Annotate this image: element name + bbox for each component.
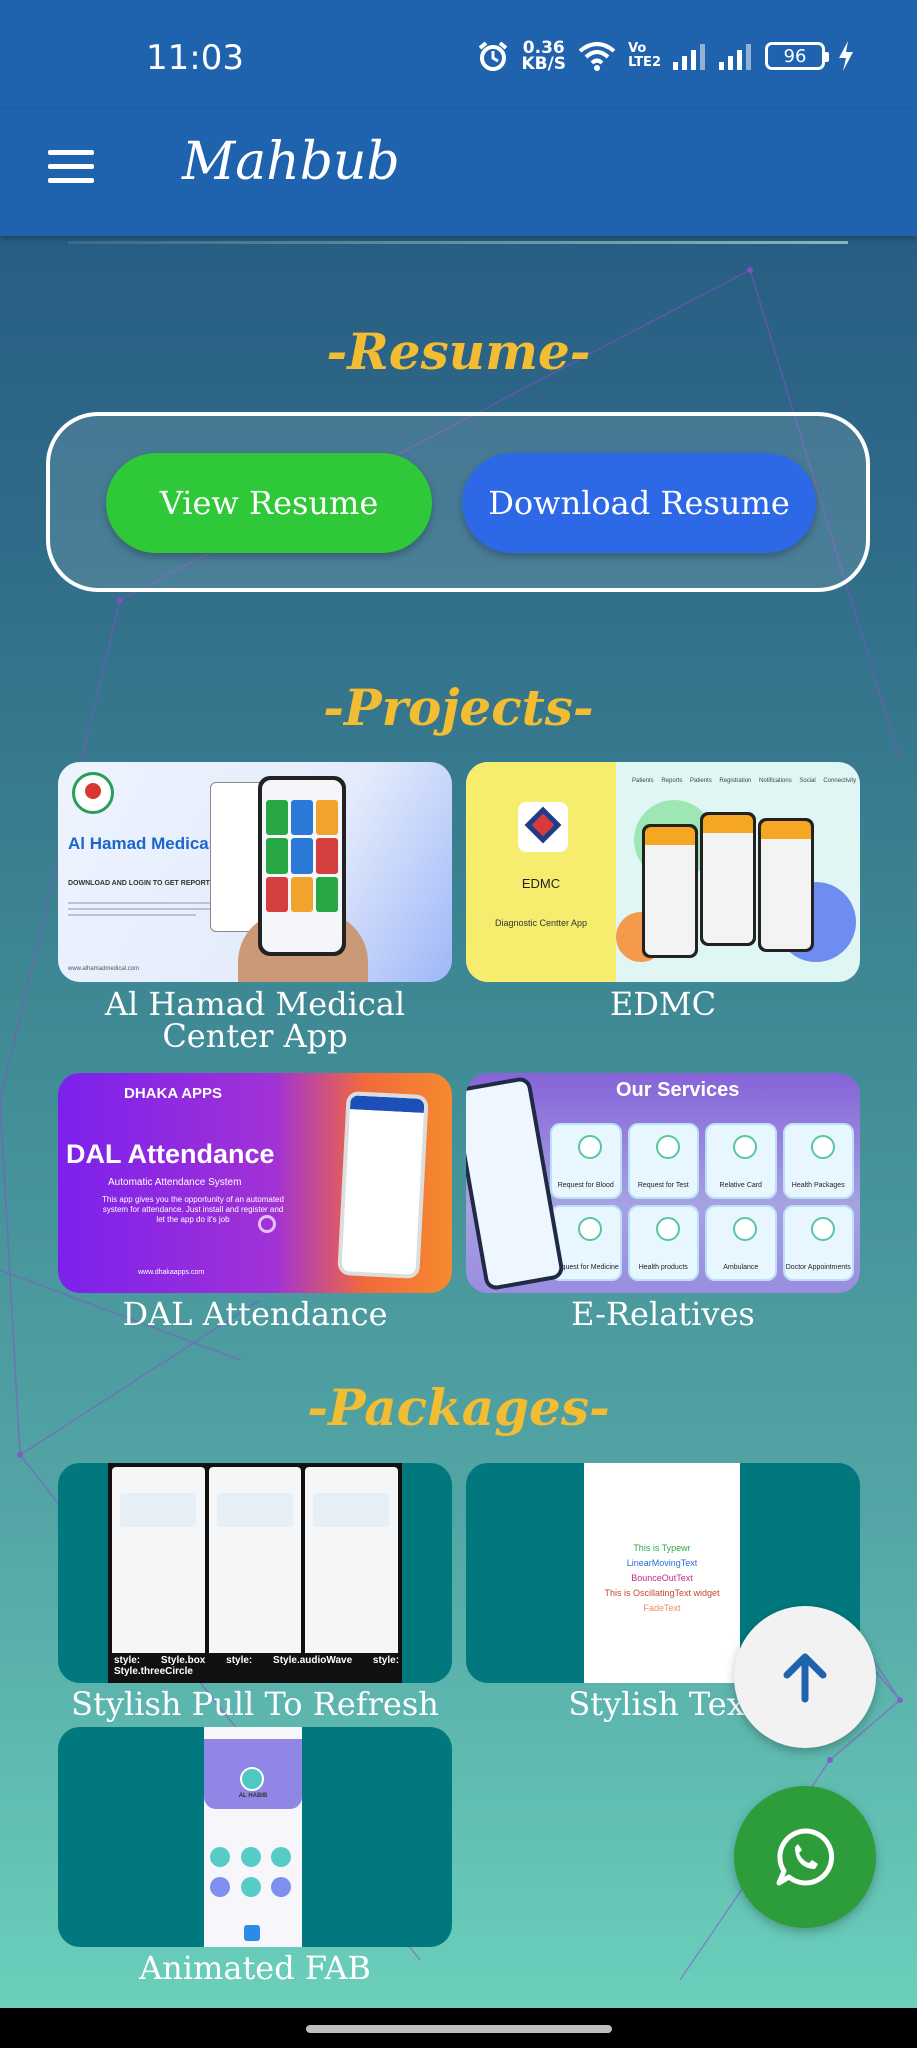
service-tile: Health Packages [782, 1123, 854, 1199]
service-tile: Request for Test [627, 1123, 699, 1199]
al-hamad-phone [258, 776, 346, 956]
service-tile: Doctor Appointments [782, 1205, 854, 1281]
dal-thumb-brand: DHAKA APPS [124, 1085, 223, 1102]
al-hamad-thumb-subtitle: DOWNLOAD AND LOGIN TO GET REPORTS [68, 880, 215, 887]
status-icons: 0.36 KB/S Vo LTE2 96 [477, 36, 855, 76]
status-bar: 11:03 0.36 KB/S Vo LTE2 96 [0, 0, 917, 110]
volte-bottom: LTE2 [628, 55, 661, 70]
section-divider [68, 241, 848, 244]
pull-refresh-screenshots [108, 1463, 402, 1683]
status-time: 11:03 [146, 38, 244, 78]
package-card-pull-to-refresh[interactable]: style: Style.box style: Style.audioWave … [58, 1463, 452, 1683]
edmc-phone [700, 812, 756, 946]
whatsapp-button[interactable] [734, 1786, 876, 1928]
al-hamad-logo [72, 772, 114, 814]
service-tile: Health products [627, 1205, 699, 1281]
stylish-text-line: BounceOutText [631, 1573, 693, 1583]
dal-thumb-title: DAL Attendance [66, 1139, 275, 1169]
arrow-up-icon [783, 1653, 827, 1703]
battery-indicator: 96 [765, 42, 829, 70]
network-speed: 0.36 KB/S [521, 40, 567, 74]
signal-icon-2 [719, 44, 751, 70]
system-navigation-bar [0, 2008, 917, 2048]
dal-thumb-subtitle: Automatic Attendance System [108, 1177, 242, 1188]
pull-refresh-thumb-caption: style: Style.box style: Style.audioWave … [114, 1655, 400, 1677]
resume-heading: -Resume- [326, 322, 591, 381]
animated-fab-icon-grid [210, 1847, 296, 1897]
view-resume-button[interactable]: View Resume [106, 453, 432, 553]
network-speed-unit: KB/S [521, 54, 567, 74]
avatar [240, 1767, 264, 1791]
stylish-text-line: This is OscillatingText widget [604, 1588, 720, 1598]
plus-icon [244, 1925, 260, 1941]
alarm-icon [479, 41, 508, 71]
edmc-left-panel [466, 762, 616, 982]
animated-fab-thumb-name: AL HABIB [238, 1793, 268, 1799]
edmc-thumb-menu: Patients Reports Patients Registration N… [632, 778, 857, 784]
app-title: Mahbub [182, 132, 400, 192]
signal-icon-1 [673, 44, 705, 70]
wifi-icon [578, 42, 616, 71]
project-card-edmc[interactable]: EDMC Diagnostic Centter App Patients Rep… [466, 762, 860, 982]
resume-container: View Resume Download Resume [46, 412, 870, 592]
dal-phone [337, 1090, 429, 1280]
project-card-e-relatives[interactable]: Our Services Request for Blood Request f… [466, 1073, 860, 1293]
package-label-pull-to-refresh: Stylish Pull To Refresh [71, 1685, 439, 1723]
scroll-to-top-button[interactable] [734, 1606, 876, 1748]
package-card-animated-fab[interactable]: AL HABIB [58, 1727, 452, 1947]
package-label-animated-fab: Animated FAB [139, 1949, 371, 1987]
edmc-logo-icon [518, 802, 568, 852]
project-card-dal-attendance[interactable]: DHAKA APPS DAL Attendance Automatic Atte… [58, 1073, 452, 1293]
stylish-text-line: This is Typewr [633, 1543, 691, 1553]
edmc-phone [642, 824, 698, 958]
al-hamad-thumb-text-lines [68, 902, 228, 920]
volte-indicator: Vo LTE2 [628, 42, 661, 70]
download-resume-button[interactable]: Download Resume [462, 453, 816, 553]
project-label-e-relatives: E-Relatives [571, 1295, 755, 1333]
e-relatives-thumb-title: Our Services [616, 1079, 740, 1101]
service-tile: Relative Card [705, 1123, 777, 1199]
project-label-dal-attendance: DAL Attendance [122, 1295, 388, 1333]
edmc-thumb-title: EDMC [521, 876, 561, 891]
whatsapp-icon [776, 1828, 835, 1886]
volte-top: Vo [628, 41, 647, 56]
project-label-edmc: EDMC [609, 985, 717, 1023]
projects-heading: -Projects- [323, 678, 594, 737]
packages-heading: -Packages- [307, 1378, 610, 1437]
edmc-thumb-subtitle: Diagnostic Centter App [494, 918, 588, 928]
service-tile: Ambulance [705, 1205, 777, 1281]
dal-decor-ring [258, 1215, 276, 1233]
al-hamad-thumb-url: www.alhamadmedical.com [68, 966, 140, 972]
stylish-text-line: LinearMovingText [626, 1558, 698, 1568]
stylish-text-line: FadeText [643, 1603, 681, 1613]
charging-icon [839, 41, 853, 71]
hamburger-menu-icon[interactable] [48, 150, 94, 186]
dal-thumb-url: www.dhakaapps.com [138, 1269, 205, 1276]
service-tile: Request for Blood [550, 1123, 622, 1199]
edmc-phone [758, 818, 814, 952]
project-card-al-hamad[interactable]: Al Hamad Medical Center DOWNLOAD AND LOG… [58, 762, 452, 982]
project-label-al-hamad: Al Hamad Medical Center App [104, 985, 406, 1055]
e-relatives-services-grid: Request for Blood Request for Test Relat… [550, 1123, 854, 1281]
gesture-handle[interactable] [306, 2025, 612, 2033]
app-bar: Mahbub [0, 110, 917, 236]
